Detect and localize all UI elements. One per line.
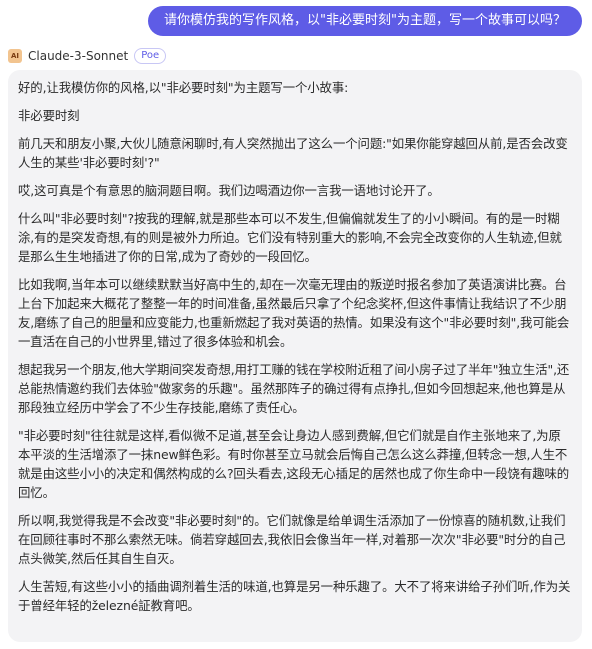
- reply-paragraph: 所以啊,我觉得我是不会改变"非必要时刻"的。它们就像是给单调生活添加了一份惊喜的…: [18, 513, 566, 566]
- reply-title: 非必要时刻: [18, 108, 80, 123]
- reply-paragraph: 什么叫"非必要时刻"?按我的理解,就是那些本可以不发生,但偏偏就发生了的小小瞬间…: [18, 211, 562, 264]
- reply-paragraph: 哎,这可真是个有意思的脑洞题目啊。我们边喝酒边你一言我一语地讨论开了。: [18, 183, 440, 198]
- reply-paragraph: "非必要时刻"往往就是这样,看似微不足道,甚至会让身边人感到费解,但它们就是自作…: [18, 428, 570, 500]
- bot-badge: Poe: [134, 48, 167, 64]
- reply-paragraph: 好的,让我模仿你的风格,以"非必要时刻"为主题写一个小故事:: [18, 80, 349, 95]
- reply-paragraph: 比如我啊,当年本可以继续默默当好高中生的,却在一次毫无理由的叛逆时报名参加了英语…: [18, 277, 570, 349]
- bot-name[interactable]: Claude-3-Sonnet: [28, 49, 128, 63]
- user-message-bubble: 请你模仿我的写作风格，以"非必要时刻"为主题，写一个故事可以吗？: [148, 6, 582, 36]
- reply-paragraph: 人生苦短,有这些小小的插曲调剂着生活的味道,也算是另一种乐趣了。大不了将来讲给子…: [18, 579, 571, 613]
- user-message-row: 请你模仿我的写作风格，以"非必要时刻"为主题，写一个故事可以吗？: [148, 6, 582, 36]
- bot-avatar: AI: [8, 49, 22, 63]
- bot-header: AI Claude-3-Sonnet Poe: [8, 48, 167, 64]
- reply-paragraph: 前几天和朋友小聚,大伙儿随意闲聊时,有人突然抛出了这么一个问题:"如果你能穿越回…: [18, 136, 568, 170]
- bot-reply-bubble: 好的,让我模仿你的风格,以"非必要时刻"为主题写一个小故事: 非必要时刻 前几天…: [8, 70, 582, 642]
- reply-paragraph: 想起我另一个朋友,他大学期间突发奇想,用打工赚的钱在学校附近租了间小房子过了半年…: [18, 362, 570, 415]
